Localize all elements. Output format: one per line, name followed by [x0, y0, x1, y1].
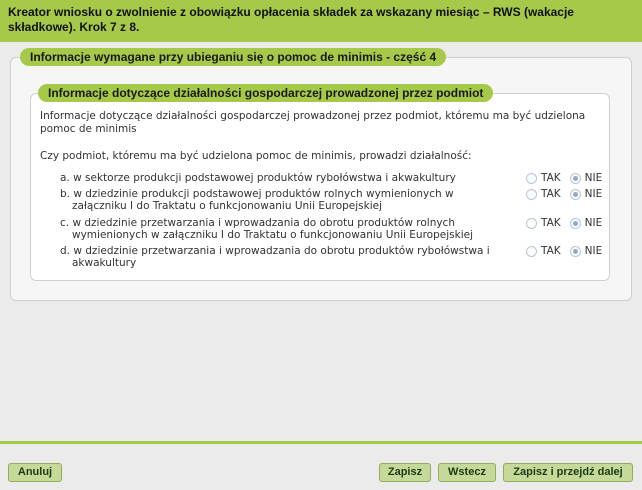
radio-tak-label: TAK: [541, 172, 561, 184]
radio-tak[interactable]: [526, 188, 537, 200]
section-description: Informacje dotyczące działalności gospod…: [40, 110, 586, 135]
wizard-title: Kreator wniosku o zwolnienie z obowiązku…: [8, 5, 574, 34]
save-and-next-button[interactable]: Zapisz i przejdź dalej: [503, 463, 633, 482]
radio-nie[interactable]: [569, 172, 581, 184]
cancel-button[interactable]: Anuluj: [8, 463, 62, 482]
section-title-de-minimis: Informacje wymagane przy ubieganiu się o…: [20, 48, 447, 66]
section-title-business-activity: Informacje dotyczące działalności gospod…: [38, 84, 494, 102]
save-button[interactable]: Zapisz: [379, 463, 431, 482]
radio-nie-label: NIE: [584, 172, 603, 184]
radio-nie[interactable]: [569, 188, 581, 200]
radio-nie-label: NIE: [584, 217, 603, 229]
activity-item-text: d. w dziedzinie przetwarzania i wprowadz…: [60, 245, 490, 269]
yes-no-group: TAK NIE: [526, 172, 611, 184]
radio-nie-label: NIE: [584, 188, 603, 200]
question-label: Czy podmiot, któremu ma być udzielona po…: [40, 150, 472, 162]
yes-no-group: TAK NIE: [526, 188, 611, 200]
radio-tak[interactable]: [526, 172, 537, 184]
wizard-header: Kreator wniosku o zwolnienie z obowiązku…: [0, 0, 642, 42]
radio-nie[interactable]: [569, 245, 581, 257]
footer-divider: [0, 441, 642, 444]
activity-item-text: a. w sektorze produkcji podstawowej prod…: [60, 172, 456, 184]
radio-tak-label: TAK: [541, 217, 561, 229]
radio-tak[interactable]: [526, 217, 537, 229]
radio-tak-label: TAK: [541, 188, 561, 200]
radio-nie[interactable]: [569, 217, 581, 229]
yes-no-group: TAK NIE: [526, 245, 611, 257]
radio-tak[interactable]: [526, 245, 537, 257]
yes-no-group: TAK NIE: [526, 217, 611, 229]
activity-item-text: b. w dziedzinie produkcji podstawowej pr…: [60, 188, 454, 212]
activity-item-text: c. w dziedzinie przetwarzania i wprowadz…: [60, 217, 473, 241]
back-button[interactable]: Wstecz: [438, 463, 496, 482]
radio-nie-label: NIE: [584, 245, 603, 257]
radio-tak-label: TAK: [541, 245, 561, 257]
